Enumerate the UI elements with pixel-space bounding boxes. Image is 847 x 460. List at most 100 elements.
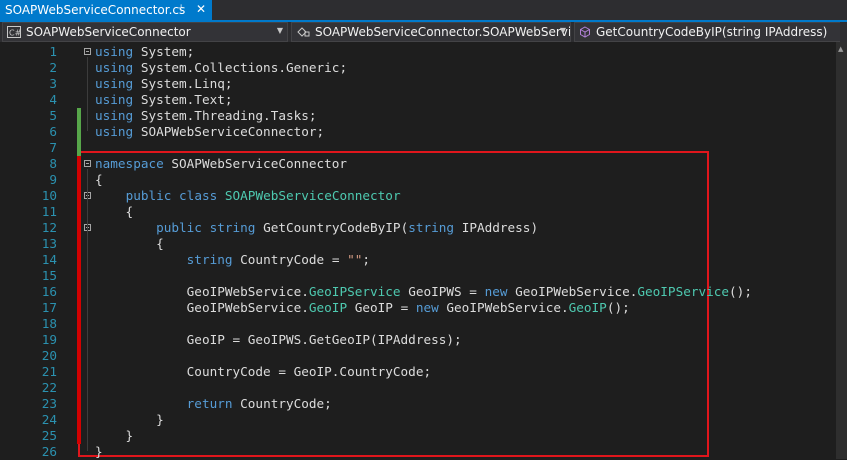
code-token: System.Linq;: [133, 76, 233, 91]
line-number: 1: [49, 44, 57, 59]
code-token: string: [408, 220, 455, 235]
code-line[interactable]: 17 GeoIPWebService.GeoIP GeoIP = new Geo…: [0, 300, 836, 316]
change-indicator: [77, 204, 81, 220]
code-line[interactable]: 7: [0, 140, 836, 156]
code-line[interactable]: 6 using SOAPWebServiceConnector;: [0, 124, 836, 140]
code-line[interactable]: 16 GeoIPWebService.GeoIPService GeoIPWS …: [0, 284, 836, 300]
code-token: public: [156, 220, 202, 235]
code-token: GeoIP: [308, 300, 348, 315]
line-number: 22: [41, 380, 57, 395]
code-line[interactable]: 21 CountryCode = GeoIP.CountryCode;: [0, 364, 836, 380]
member-dropdown[interactable]: GetCountryCodeByIP(string IPAddress): [574, 22, 840, 42]
navigation-bar: C# SOAPWebServiceConnector ▼ SOAPWebServ…: [0, 22, 847, 42]
code-line[interactable]: 9{: [0, 172, 836, 188]
code-line[interactable]: 12 public string GetCountryCodeByIP(stri…: [0, 220, 836, 236]
collapse-icon[interactable]: [84, 48, 91, 55]
chevron-down-icon: ▼: [276, 26, 283, 35]
code-token: using: [95, 92, 134, 107]
code-token: GeoIPWS =: [400, 284, 485, 299]
code-text: {: [95, 204, 134, 220]
code-text: }: [95, 444, 103, 460]
code-line[interactable]: 19 GeoIP = GeoIPWS.GetGeoIP(IPAddress);: [0, 332, 836, 348]
code-token: {: [95, 236, 164, 251]
pin-icon[interactable]: ⊹: [177, 3, 185, 14]
change-indicator: [77, 380, 81, 396]
type-dropdown-label: SOAPWebServiceConnector.SOAPWebServiceC: [315, 25, 570, 39]
code-token: }: [95, 444, 103, 459]
line-number: 15: [41, 268, 57, 283]
line-number: 21: [41, 364, 57, 379]
code-line[interactable]: 24 }: [0, 412, 836, 428]
code-line[interactable]: 15: [0, 268, 836, 284]
code-token: SOAPWebServiceConnector: [163, 156, 348, 171]
code-text: CountryCode = GeoIP.CountryCode;: [95, 364, 431, 380]
code-line[interactable]: 23 return CountryCode;: [0, 396, 836, 412]
chevron-down-icon: ▼: [559, 26, 566, 35]
outline-guide: [87, 57, 88, 131]
line-number: 17: [41, 300, 57, 315]
code-line[interactable]: 2 using System.Collections.Generic;: [0, 60, 836, 76]
class-icon: [296, 26, 310, 38]
change-indicator: [77, 188, 81, 204]
code-text: using System.Text;: [95, 92, 233, 108]
code-token: return: [186, 396, 233, 411]
code-line[interactable]: 18: [0, 316, 836, 332]
code-line[interactable]: 11 {: [0, 204, 836, 220]
code-line[interactable]: 4 using System.Text;: [0, 92, 836, 108]
code-token: }: [95, 428, 134, 443]
code-editor[interactable]: ▲ 1 using System; 2 using System.Collection…: [0, 42, 847, 459]
vertical-scrollbar[interactable]: ▲: [836, 42, 847, 459]
code-token: GeoIPWebService.: [95, 300, 309, 315]
code-text: GeoIPWebService.GeoIP GeoIP = new GeoIPW…: [95, 300, 630, 316]
code-line[interactable]: 8 namespace SOAPWebServiceConnector: [0, 156, 836, 172]
code-line[interactable]: 20: [0, 348, 836, 364]
code-token: {: [95, 172, 103, 187]
code-line[interactable]: 22: [0, 380, 836, 396]
code-token: GeoIPService: [308, 284, 401, 299]
code-token: System.Text;: [133, 92, 233, 107]
code-line[interactable]: 5 using System.Threading.Tasks;: [0, 108, 836, 124]
code-token: GeoIPService: [637, 284, 730, 299]
line-number: 18: [41, 316, 57, 331]
code-text: using SOAPWebServiceConnector;: [95, 124, 324, 140]
code-token: }: [95, 412, 164, 427]
code-line[interactable]: 14 string CountryCode = "";: [0, 252, 836, 268]
code-line[interactable]: 13 {: [0, 236, 836, 252]
code-token: System.Threading.Tasks;: [133, 108, 317, 123]
code-token: using: [95, 124, 134, 139]
code-line[interactable]: 3 using System.Linq;: [0, 76, 836, 92]
member-dropdown-label: GetCountryCodeByIP(string IPAddress): [596, 25, 828, 39]
project-dropdown-label: SOAPWebServiceConnector: [26, 25, 191, 39]
change-indicator: [77, 108, 81, 124]
line-number: 19: [41, 332, 57, 347]
change-indicator: [77, 364, 81, 380]
line-number: 26: [41, 444, 57, 459]
close-icon[interactable]: ✕: [196, 2, 206, 16]
code-token: GeoIP: [568, 300, 607, 315]
change-indicator: [77, 284, 81, 300]
line-number: 9: [49, 172, 57, 187]
code-line[interactable]: 1 using System;: [0, 44, 836, 60]
code-token: CountryCode =: [232, 252, 348, 267]
change-indicator: [77, 348, 81, 364]
code-text: }: [95, 412, 164, 428]
code-line[interactable]: 25 }: [0, 428, 836, 444]
code-token: ();: [729, 284, 752, 299]
type-dropdown[interactable]: SOAPWebServiceConnector.SOAPWebServiceC …: [291, 22, 571, 42]
line-number: 14: [41, 252, 57, 267]
project-dropdown[interactable]: C# SOAPWebServiceConnector ▼: [2, 22, 288, 42]
collapse-icon[interactable]: [84, 160, 91, 167]
code-token: IPAddress): [454, 220, 539, 235]
code-text: {: [95, 172, 103, 188]
code-line[interactable]: 10 public class SOAPWebServiceConnector: [0, 188, 836, 204]
change-indicator: [77, 316, 81, 332]
code-token: namespace: [95, 156, 164, 171]
scroll-up-icon[interactable]: ▲: [838, 45, 843, 53]
code-line[interactable]: 26}: [0, 444, 836, 460]
code-text: GeoIPWebService.GeoIPService GeoIPWS = n…: [95, 284, 752, 300]
code-token: GeoIP = GeoIPWS.GetGeoIP(IPAddress);: [95, 332, 462, 347]
document-tab[interactable]: SOAPWebServiceConnector.cs ⊹ ✕: [0, 0, 212, 20]
line-number: 3: [49, 76, 57, 91]
